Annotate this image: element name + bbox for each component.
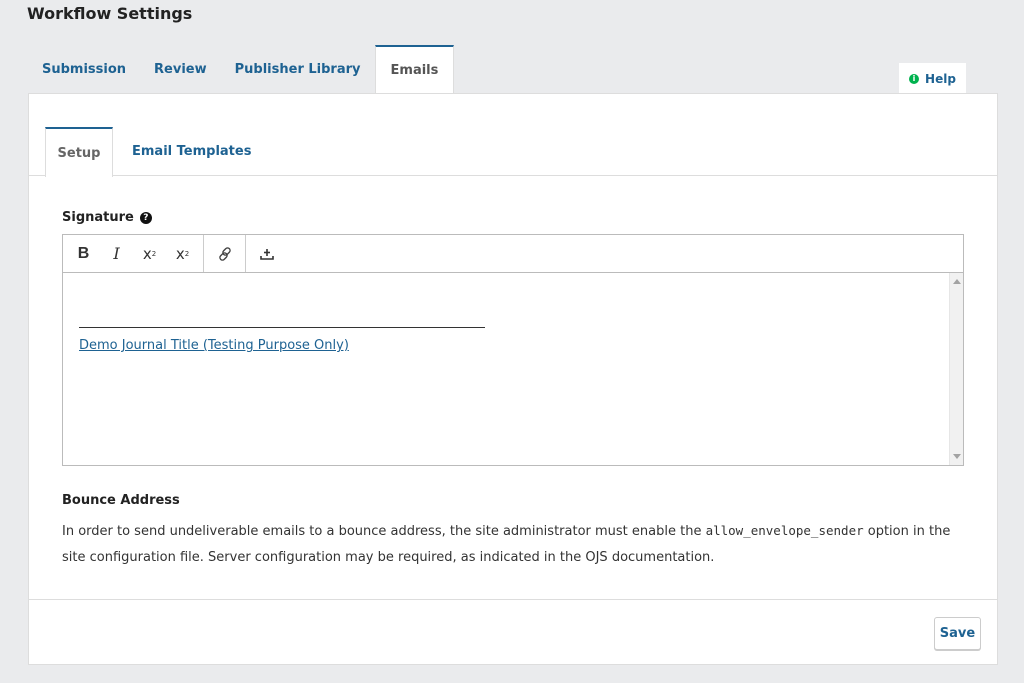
page-title: Workflow Settings (27, 4, 193, 23)
editor-scrollbar[interactable] (949, 273, 963, 465)
tab-submission[interactable]: Submission (28, 45, 140, 94)
bounce-desc-code: allow_envelope_sender (705, 523, 864, 538)
panel-footer: Save (29, 599, 997, 664)
subscript-icon: x (175, 244, 185, 263)
signature-divider (79, 327, 485, 328)
scroll-up-icon[interactable] (953, 279, 961, 284)
bold-button[interactable]: B (67, 239, 100, 269)
settings-panel: Setup Email Templates Signature ? B I x2… (28, 93, 998, 665)
bounce-address-description: In order to send undeliverable emails to… (62, 518, 972, 571)
editor-toolbar: B I x2 x2 (63, 235, 963, 273)
upload-icon (259, 248, 274, 260)
link-button[interactable] (208, 239, 241, 269)
tab-email-templates[interactable]: Email Templates (132, 127, 251, 176)
tab-review[interactable]: Review (140, 45, 221, 94)
journal-title-link[interactable]: Demo Journal Title (Testing Purpose Only… (79, 338, 349, 353)
scroll-down-icon[interactable] (953, 454, 961, 459)
bounce-desc-part1: In order to send undeliverable emails to… (62, 524, 706, 539)
sub-tabs: Setup Email Templates (29, 94, 997, 177)
signature-editor: B I x2 x2 Demo Journal Title (Testing Pu… (62, 234, 964, 466)
help-button[interactable]: i Help (899, 63, 966, 94)
info-icon: i (909, 73, 920, 84)
subscript-mark: 2 (184, 249, 190, 258)
tab-setup[interactable]: Setup (45, 127, 113, 177)
link-icon (218, 246, 231, 261)
link-group (204, 235, 246, 272)
signature-label: Signature ? (62, 210, 152, 225)
upload-group (246, 235, 287, 272)
format-group: B I x2 x2 (63, 235, 204, 272)
signature-label-text: Signature (62, 210, 134, 225)
bounce-address-title: Bounce Address (62, 493, 180, 508)
subscript-button[interactable]: x2 (166, 239, 199, 269)
superscript-mark: 2 (151, 249, 157, 258)
help-question-icon[interactable]: ? (139, 211, 152, 224)
upload-button[interactable] (250, 239, 283, 269)
superscript-button[interactable]: x2 (133, 239, 166, 269)
tab-publisher-library[interactable]: Publisher Library (221, 45, 375, 94)
italic-button[interactable]: I (100, 239, 133, 269)
tab-emails[interactable]: Emails (374, 45, 455, 94)
save-button[interactable]: Save (934, 617, 981, 650)
top-tabs: Submission Review Publisher Library Emai… (28, 45, 455, 94)
editor-content[interactable]: Demo Journal Title (Testing Purpose Only… (63, 273, 963, 465)
superscript-icon: x (142, 244, 152, 263)
help-label: Help (925, 71, 956, 86)
